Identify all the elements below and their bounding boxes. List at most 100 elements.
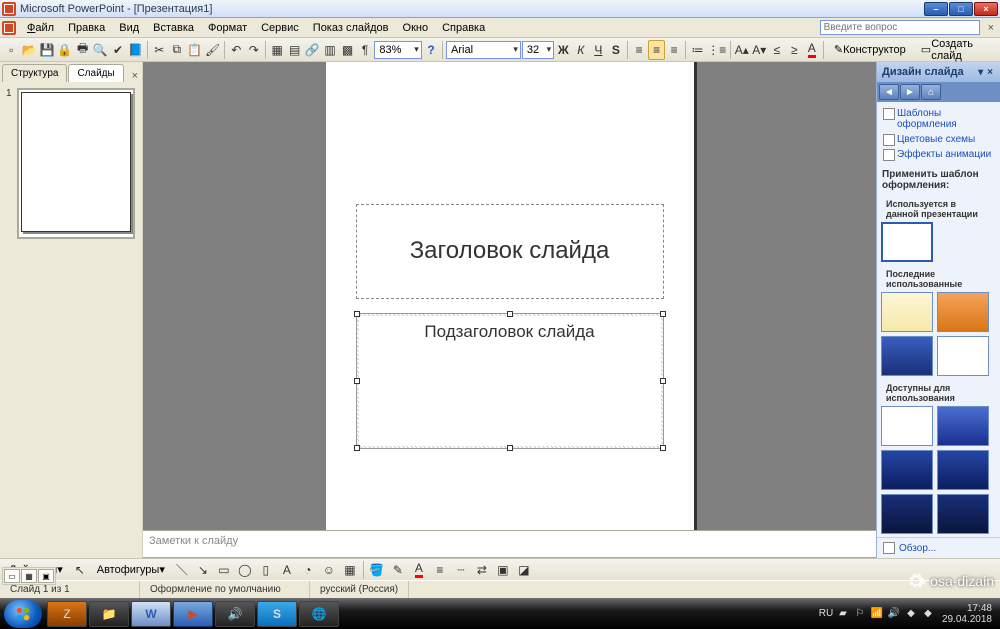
nav-home-icon[interactable]: ⌂ (921, 84, 941, 100)
align-center-icon[interactable]: ≡ (648, 40, 665, 60)
template-thumb[interactable] (881, 450, 933, 490)
line-icon[interactable]: ＼ (172, 560, 192, 580)
chart-icon[interactable]: ▦ (269, 40, 286, 60)
oval-icon[interactable]: ◯ (235, 560, 255, 580)
print-icon[interactable]: 🖶 (74, 40, 91, 60)
slideshow-view-icon[interactable]: ▣ (38, 569, 54, 583)
new-slide-button[interactable]: ▭ Создать слайд (914, 40, 997, 60)
clipart-icon[interactable]: ☺ (319, 560, 339, 580)
shadow-icon[interactable]: S (608, 40, 625, 60)
normal-view-icon[interactable]: ▭ (4, 569, 20, 583)
italic-icon[interactable]: К (573, 40, 590, 60)
paste-icon[interactable]: 📋 (186, 40, 203, 60)
task-explorer[interactable]: 📁 (89, 601, 129, 627)
bold-icon[interactable]: Ж (555, 40, 572, 60)
zoom-combo[interactable]: 83% (374, 41, 421, 59)
menu-edit[interactable]: Правка (61, 20, 112, 36)
volume-icon[interactable]: 🔊 (887, 607, 901, 621)
template-thumb[interactable] (881, 406, 933, 446)
wordart-icon[interactable]: A (277, 560, 297, 580)
menu-file[interactable]: Файл (20, 20, 61, 36)
show-hide-icon[interactable]: ¶ (357, 40, 374, 60)
task-browser[interactable]: 🌐 (299, 601, 339, 627)
undo-icon[interactable]: ↶ (228, 40, 245, 60)
open-icon[interactable]: 📂 (21, 40, 38, 60)
spell-icon[interactable]: ✔ (110, 40, 127, 60)
template-list[interactable]: Используется в данной презентации Послед… (877, 194, 1000, 537)
action-center-icon[interactable]: ⚐ (853, 607, 867, 621)
link-color-schemes[interactable]: Цветовые схемы (881, 132, 996, 147)
menu-slideshow[interactable]: Показ слайдов (306, 20, 396, 36)
template-thumb[interactable] (937, 494, 989, 534)
start-button[interactable] (4, 600, 42, 628)
fill-color-icon[interactable]: 🪣 (367, 560, 387, 580)
menu-view[interactable]: Вид (112, 20, 146, 36)
shadow-style-icon[interactable]: ▣ (493, 560, 513, 580)
nav-fwd-icon[interactable]: ► (900, 84, 920, 100)
font-combo[interactable]: Arial (446, 41, 521, 59)
template-thumb[interactable] (881, 222, 933, 262)
help-question-input[interactable] (820, 20, 980, 35)
redo-icon[interactable]: ↷ (246, 40, 263, 60)
tray-icon[interactable]: ◆ (904, 607, 918, 621)
cut-icon[interactable]: ✂ (151, 40, 168, 60)
task-app-2[interactable]: 🔊 (215, 601, 255, 627)
link-design-templates[interactable]: Шаблоны оформления (881, 106, 996, 132)
line-style-icon[interactable]: ≡ (430, 560, 450, 580)
diagram-icon[interactable]: ◔ (298, 560, 318, 580)
task-powerpoint[interactable]: ▶ (173, 601, 213, 627)
task-app-1[interactable]: Z (47, 601, 87, 627)
arrow-style-icon[interactable]: ⇄ (472, 560, 492, 580)
template-thumb[interactable] (881, 292, 933, 332)
increase-indent-icon[interactable]: ≥ (786, 40, 803, 60)
permission-icon[interactable]: 🔒 (56, 40, 73, 60)
tab-outline[interactable]: Структура (2, 64, 67, 82)
line-color-icon[interactable]: ✎ (388, 560, 408, 580)
doc-close-button[interactable]: × (984, 22, 998, 34)
rectangle-icon[interactable]: ▭ (214, 560, 234, 580)
template-thumb[interactable] (881, 336, 933, 376)
font-color-icon[interactable]: A (804, 40, 821, 60)
nav-back-icon[interactable]: ◄ (879, 84, 899, 100)
slide-thumbnail-1[interactable] (17, 88, 135, 239)
subtitle-placeholder[interactable]: Подзаголовок слайда (356, 313, 664, 449)
autoshapes-menu[interactable]: Автофигуры ▾ (91, 561, 171, 579)
menu-help[interactable]: Справка (435, 20, 492, 36)
font-color2-icon[interactable]: A (409, 560, 429, 580)
dash-style-icon[interactable]: ┈ (451, 560, 471, 580)
tables-borders-icon[interactable]: ▥ (322, 40, 339, 60)
menu-format[interactable]: Формат (201, 20, 254, 36)
3d-style-icon[interactable]: ◪ (514, 560, 534, 580)
flag-icon[interactable]: ▰ (836, 607, 850, 621)
new-icon[interactable]: ▫ (3, 40, 20, 60)
sorter-view-icon[interactable]: ▦ (21, 569, 37, 583)
format-painter-icon[interactable]: 🖌 (204, 40, 221, 60)
copy-icon[interactable]: ⧉ (169, 40, 186, 60)
task-word[interactable]: W (131, 601, 171, 627)
save-icon[interactable]: 💾 (38, 40, 55, 60)
template-thumb[interactable] (937, 336, 989, 376)
template-thumb[interactable] (881, 494, 933, 534)
align-left-icon[interactable]: ≡ (631, 40, 648, 60)
numbering-icon[interactable]: ≔ (689, 40, 706, 60)
textbox-icon[interactable]: ▯ (256, 560, 276, 580)
preview-icon[interactable]: 🔍 (92, 40, 109, 60)
help-icon[interactable]: ? (423, 40, 440, 60)
lang-indicator[interactable]: RU (819, 607, 833, 621)
select-icon[interactable]: ↖ (70, 560, 90, 580)
task-skype[interactable]: S (257, 601, 297, 627)
menu-insert[interactable]: Вставка (146, 20, 201, 36)
menu-window[interactable]: Окно (396, 20, 436, 36)
menu-tools[interactable]: Сервис (254, 20, 306, 36)
taskbar-clock[interactable]: 17:4829.04.2018 (938, 603, 996, 625)
decrease-font-icon[interactable]: A▾ (751, 40, 768, 60)
grid-icon[interactable]: ▩ (339, 40, 356, 60)
arrow-icon[interactable]: ↘ (193, 560, 213, 580)
constructor-button[interactable]: ✎ Конструктор (827, 40, 913, 60)
network-icon[interactable]: 📶 (870, 607, 884, 621)
left-panel-close[interactable]: × (132, 70, 138, 82)
task-pane-close[interactable]: × (985, 67, 995, 78)
align-right-icon[interactable]: ≡ (666, 40, 683, 60)
template-thumb[interactable] (937, 292, 989, 332)
link-animation[interactable]: Эффекты анимации (881, 147, 996, 162)
